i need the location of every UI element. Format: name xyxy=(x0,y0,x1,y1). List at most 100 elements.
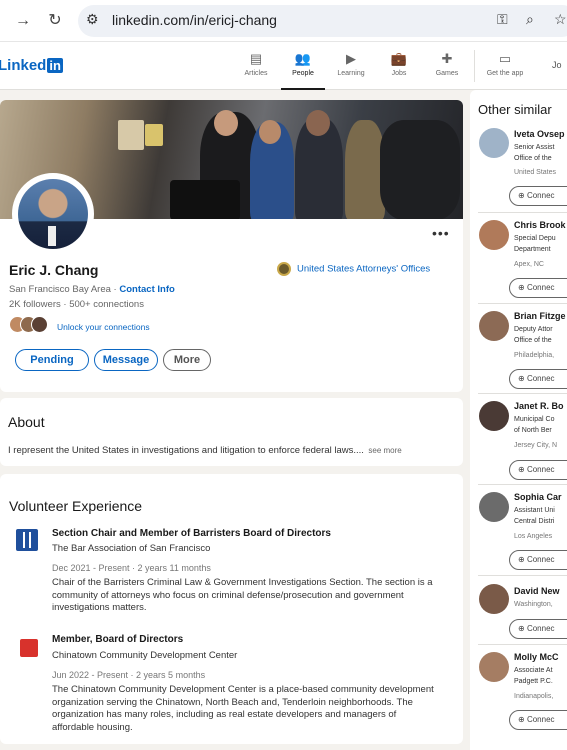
person-headline: Special Depu xyxy=(514,235,556,242)
nav-articles[interactable]: ▤ Articles xyxy=(234,51,278,77)
profile-card: ••• United States Attorneys' Offices Eri… xyxy=(0,100,463,392)
avatar xyxy=(479,492,509,522)
person-location: United States xyxy=(514,169,557,176)
nav-learning[interactable]: ▶ Learning xyxy=(329,51,373,77)
forward-arrow-icon[interactable]: → xyxy=(12,10,34,32)
connect-label: Connec xyxy=(526,191,555,200)
connections-count: 500+ connections xyxy=(69,299,144,310)
linkedin-logo[interactable]: Linked in xyxy=(0,57,63,74)
more-button[interactable]: More xyxy=(163,349,211,371)
zoom-icon[interactable]: ⌕ xyxy=(526,11,534,28)
logo-in: in xyxy=(47,58,63,73)
person-headline: Deputy Attor xyxy=(514,326,553,333)
contact-info-link[interactable]: Contact Info xyxy=(119,284,174,295)
browser-toolbar: → ↻ ⚙ linkedin.com/in/ericj-chang ⚿ ⌕ ☆ xyxy=(0,0,567,42)
person-headline: Senior Assist xyxy=(514,144,555,151)
logo-text: Linked xyxy=(0,57,47,74)
avatar xyxy=(479,652,509,682)
connect-button[interactable]: ⊕ Connec xyxy=(509,278,567,298)
add-user-icon: ⊕ xyxy=(518,555,527,564)
person-headline: Associate At xyxy=(514,667,553,674)
more-options-icon[interactable]: ••• xyxy=(432,225,450,241)
learning-icon: ▶ xyxy=(346,51,356,66)
divider xyxy=(478,303,567,304)
person-location: Jersey City, N xyxy=(514,442,558,449)
nav-label: People xyxy=(292,70,314,77)
organization-link[interactable]: United States Attorneys' Offices xyxy=(277,262,430,276)
doj-seal-icon xyxy=(277,262,291,276)
avatar xyxy=(479,311,509,341)
about-body: I represent the United States in investi… xyxy=(8,440,402,458)
person-name: Janet R. Bo xyxy=(514,401,564,411)
person-headline-2: Padgett P.C. xyxy=(514,678,553,685)
person-headline: Assistant Uni xyxy=(514,507,555,514)
followers-count: 2K followers xyxy=(9,299,61,310)
chinatown-cdc-logo-icon xyxy=(20,639,38,657)
nav-label: Articles xyxy=(244,70,268,77)
person-headline: Municipal Co xyxy=(514,416,555,423)
add-user-icon: ⊕ xyxy=(518,624,527,633)
connect-button[interactable]: ⊕ Connec xyxy=(509,460,567,480)
experience-org: Chinatown Community Development Center xyxy=(52,650,238,661)
url-text[interactable]: linkedin.com/in/ericj-chang xyxy=(112,12,277,28)
join-button-partial[interactable]: Jo xyxy=(552,60,562,70)
nav-jobs[interactable]: 💼 Jobs xyxy=(377,51,421,77)
divider xyxy=(478,575,567,576)
nav-games[interactable]: ✚ Games xyxy=(425,51,469,77)
articles-icon: ▤ xyxy=(249,51,263,66)
nav-label: Games xyxy=(435,70,459,77)
connect-button[interactable]: ⊕ Connec xyxy=(509,550,567,570)
avatar xyxy=(479,220,509,250)
person-headline-2: Office of the xyxy=(514,155,552,162)
nav-label: Get the app xyxy=(486,70,524,77)
person-name: Iveta Ovsep xyxy=(514,129,565,139)
bar-association-logo-icon xyxy=(16,529,38,551)
star-icon[interactable]: ☆ xyxy=(554,11,567,28)
see-more-link[interactable]: see more xyxy=(368,446,401,455)
person-headline-2: Office of the xyxy=(514,337,552,344)
pending-button[interactable]: Pending xyxy=(15,349,89,371)
nav-divider xyxy=(474,50,475,82)
add-user-icon: ⊕ xyxy=(518,374,527,383)
avatar xyxy=(479,401,509,431)
about-text: I represent the United States in investi… xyxy=(8,445,364,456)
experience-description: Chair of the Barristers Criminal Law & G… xyxy=(52,577,433,613)
person-location: Washington, xyxy=(514,601,553,608)
volunteer-title: Volunteer Experience xyxy=(9,498,143,514)
reload-icon[interactable]: ↻ xyxy=(44,10,66,32)
nav-get-app[interactable]: ▭ Get the app xyxy=(483,51,527,77)
profile-location: San Francisco Bay Area xyxy=(9,284,111,295)
nav-people[interactable]: 👥 People xyxy=(281,51,325,90)
connect-button[interactable]: ⊕ Connec xyxy=(509,619,567,639)
experience-org: The Bar Association of San Francisco xyxy=(52,543,211,554)
person-location: Apex, NC xyxy=(514,261,544,268)
experience-description: The Chinatown Community Development Cent… xyxy=(52,684,434,733)
divider xyxy=(478,212,567,213)
key-icon[interactable]: ⚿ xyxy=(497,11,508,28)
experience-dates: Jun 2022 - Present · 2 years 5 months xyxy=(52,670,206,680)
unlock-connections-link[interactable]: Unlock your connections xyxy=(57,322,150,332)
profile-avatar[interactable] xyxy=(12,173,94,255)
site-settings-icon[interactable]: ⚙ xyxy=(86,11,99,28)
person-name: Molly McC xyxy=(514,652,559,662)
person-location: Philadelphia, xyxy=(514,352,555,359)
divider xyxy=(478,484,567,485)
connect-button[interactable]: ⊕ Connec xyxy=(509,369,567,389)
experience-dates: Dec 2021 - Present · 2 years 11 months xyxy=(52,563,211,573)
message-button[interactable]: Message xyxy=(94,349,158,371)
connect-label: Connec xyxy=(526,715,555,724)
app-icon: ▭ xyxy=(498,51,512,66)
connect-label: Connec xyxy=(526,624,555,633)
follower-counts: 2K followers · 500+ connections xyxy=(9,299,144,310)
person-headline-2: Department xyxy=(514,246,551,253)
mutual-connection-avatars[interactable] xyxy=(9,316,53,334)
person-name: Brian Fitzge xyxy=(514,311,566,321)
connect-button[interactable]: ⊕ Connec xyxy=(509,186,567,206)
connect-button[interactable]: ⊕ Connec xyxy=(509,710,567,730)
volunteer-card: Volunteer Experience Section Chair and M… xyxy=(0,474,463,744)
jobs-icon: 💼 xyxy=(390,51,408,66)
about-card: About I represent the United States in i… xyxy=(0,398,463,466)
divider xyxy=(478,644,567,645)
person-name: Sophia Car xyxy=(514,492,562,502)
connect-label: Connec xyxy=(526,555,555,564)
